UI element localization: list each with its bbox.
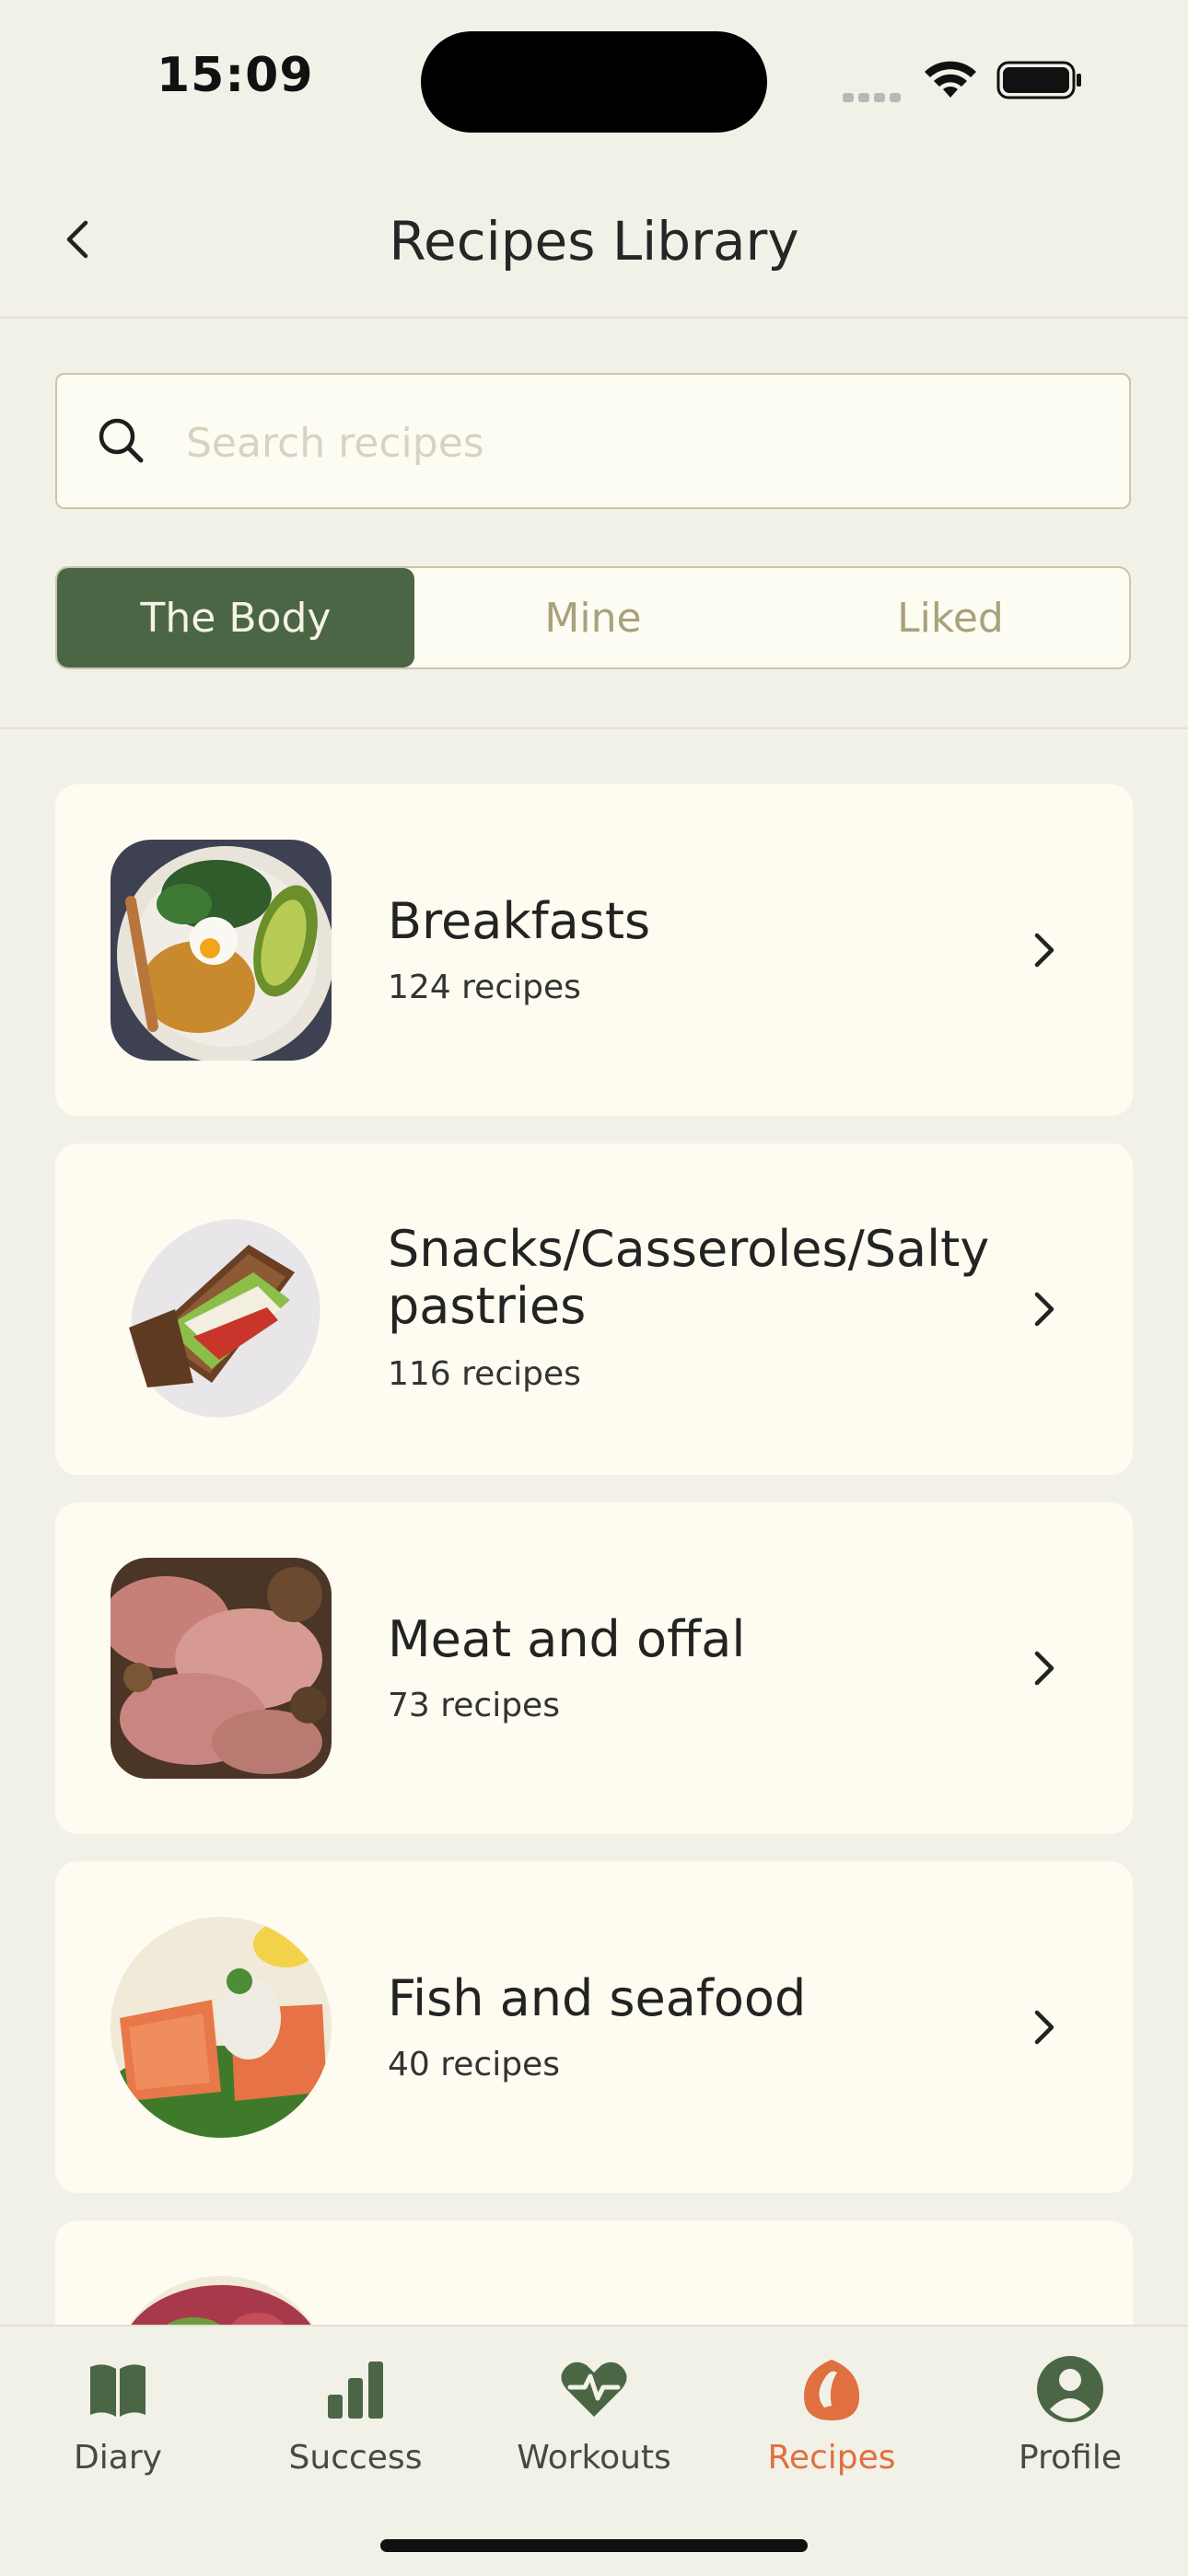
category-title: Meat and offal [388,1610,746,1668]
tab-label: Success [288,2439,423,2477]
category-card-partial[interactable] [55,2221,1133,2326]
category-title: Snacks/Casseroles/Salty pastries [388,1220,990,1335]
tab-success[interactable]: Success [245,2345,466,2492]
category-title: Fish and seafood [388,1969,807,2027]
category-count: 40 recipes [388,2046,560,2083]
category-title: Breakfasts [388,892,651,950]
segment-the-body[interactable]: The Body [57,568,414,667]
recipes-icon [804,2360,859,2420]
header: Recipes Library [0,166,1188,319]
category-card-fish[interactable]: Fish and seafood 40 recipes [55,1862,1133,2193]
page-title: Recipes Library [389,210,799,273]
wifi-icon [925,61,976,98]
search-input[interactable] [184,402,1090,483]
tab-recipes[interactable]: Recipes [721,2345,942,2492]
category-card-breakfasts[interactable]: Breakfasts 124 recipes [55,784,1133,1116]
search-box[interactable] [55,373,1131,509]
bar-chart-icon [328,2361,383,2419]
chevron-right-icon [1034,2010,1054,2045]
search-icon [99,418,144,463]
book-icon [90,2364,146,2417]
salmon-image [111,1917,332,2138]
salad-image [111,2276,332,2326]
cellular-signal-icon [843,88,905,102]
chevron-right-icon [1034,933,1054,968]
roast-beef-image [111,1558,332,1779]
tab-label: Recipes [767,2439,896,2477]
home-indicator [380,2539,808,2552]
status-time: 15:09 [157,48,314,103]
category-count: 116 recipes [388,1355,581,1393]
tab-label: Profile [1019,2439,1122,2477]
tab-workouts[interactable]: Workouts [483,2345,705,2492]
breakfast-bowl-image [111,840,332,1061]
profile-icon [1037,2356,1103,2422]
segmented-control: The Body Mine Liked [55,566,1131,669]
chevron-right-icon [1034,1651,1054,1686]
status-bar: 15:09 [0,0,1188,157]
dynamic-island [421,31,767,133]
category-count: 73 recipes [388,1687,560,1724]
tab-profile[interactable]: Profile [960,2345,1181,2492]
tab-label: Workouts [517,2439,671,2477]
battery-icon [996,61,1081,99]
sandwich-image [129,1219,320,1418]
heart-pulse-icon [561,2361,627,2417]
chevron-right-icon [1034,1292,1054,1327]
category-card-snacks[interactable]: Snacks/Casseroles/Salty pastries 116 rec… [55,1143,1133,1475]
segment-mine[interactable]: Mine [414,568,772,667]
category-count: 124 recipes [388,969,581,1006]
divider [0,727,1188,729]
category-list: Breakfasts 124 recipes Snacks/Casseroles… [55,784,1133,2326]
segment-liked[interactable]: Liked [772,568,1129,667]
category-card-meat[interactable]: Meat and offal 73 recipes [55,1503,1133,1834]
tab-label: Diary [74,2439,162,2477]
tab-diary[interactable]: Diary [7,2345,228,2492]
